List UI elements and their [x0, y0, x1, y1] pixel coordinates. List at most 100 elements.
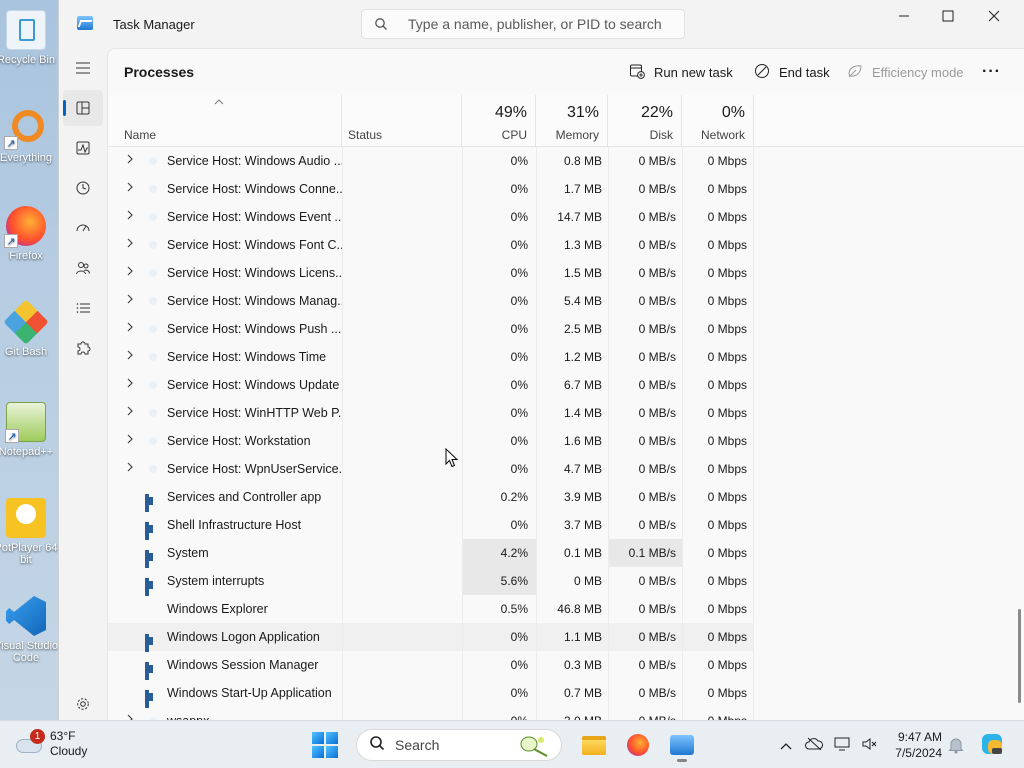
close-button[interactable]: [971, 0, 1017, 32]
process-status: [342, 595, 462, 623]
table-row[interactable]: Shell Infrastructure Host 0% 3.7 MB 0 MB/s 0…: [108, 511, 754, 540]
process-memory: 1.2 MB: [536, 343, 608, 371]
copilot-icon[interactable]: [980, 732, 1004, 759]
nav-details[interactable]: [63, 290, 103, 326]
taskbar-firefox[interactable]: [620, 727, 656, 763]
process-name: wsappx: [167, 714, 210, 721]
window-process-icon: [145, 489, 161, 512]
processes-icon: [76, 101, 90, 115]
desktop-icon-firefox[interactable]: ↗ Firefox: [0, 206, 58, 262]
desktop-icon-everything[interactable]: ↗ Everything: [0, 108, 58, 164]
process-list[interactable]: Service Host: Windows Audio ... 0% 0.8 MB 0…: [108, 147, 1024, 721]
nav-users[interactable]: [63, 250, 103, 286]
command-bar: Processes Run new task End task Efficien…: [108, 49, 1024, 95]
notification-bell-icon[interactable]: [948, 736, 964, 757]
table-row[interactable]: Service Host: Windows Licens... 0% 1.5 MB 0…: [108, 259, 754, 287]
table-row[interactable]: System 4.2% 0.1 MB 0.1 MB/s 0 Mbps: [108, 539, 754, 568]
column-header-name[interactable]: Name: [108, 95, 342, 147]
taskbar-search-box[interactable]: Search: [356, 729, 562, 761]
table-row[interactable]: Windows Start-Up Application 0% 0.7 MB 0 MB…: [108, 679, 754, 708]
expand-chevron-icon[interactable]: [124, 371, 136, 399]
expand-chevron-icon[interactable]: [124, 343, 136, 371]
column-header-memory[interactable]: 31% Memory: [536, 95, 608, 147]
app-history-icon: [76, 181, 90, 195]
column-header-status[interactable]: Status: [342, 95, 462, 147]
nav-services[interactable]: [63, 330, 103, 366]
table-row[interactable]: Service Host: Windows Time 0% 1.2 MB 0 MB/s…: [108, 343, 754, 371]
desktop-icon-git-bash[interactable]: Git Bash: [0, 299, 58, 358]
volume-muted-icon[interactable]: [856, 737, 884, 754]
desktop-icon-notepad-plus-plus[interactable]: ↗ Notepad++: [0, 402, 58, 458]
expand-chevron-icon[interactable]: [124, 147, 136, 175]
clock[interactable]: 9:47 AM 7/5/2024: [888, 729, 942, 761]
display-monitor-icon[interactable]: [828, 737, 856, 754]
table-row[interactable]: Windows Logon Application 0% 1.1 MB 0 MB/s 0…: [108, 623, 754, 652]
table-row[interactable]: Service Host: Workstation 0% 1.6 MB 0 MB/s 0…: [108, 427, 754, 455]
nav-processes[interactable]: [63, 90, 103, 126]
vertical-scrollbar[interactable]: [1018, 609, 1021, 703]
process-network: 0 Mbps: [682, 315, 754, 343]
onedrive-icon[interactable]: [800, 737, 828, 754]
process-name: Service Host: Windows Time: [167, 350, 327, 364]
run-new-task-button[interactable]: Run new task: [628, 61, 733, 83]
more-options-button[interactable]: ···: [982, 61, 1001, 83]
table-row[interactable]: Service Host: Windows Conne... 0% 1.7 MB 0 …: [108, 175, 754, 203]
column-header-network[interactable]: 0% Network: [682, 95, 754, 147]
desktop-icon-vscode[interactable]: Visual Studio Code: [0, 596, 58, 664]
nav-startup-apps[interactable]: [63, 210, 103, 246]
process-memory: 1.5 MB: [536, 259, 608, 287]
table-row[interactable]: Service Host: Windows Audio ... 0% 0.8 MB 0…: [108, 147, 754, 175]
process-cpu: 0%: [462, 679, 536, 707]
expand-chevron-icon[interactable]: [124, 455, 136, 483]
table-row[interactable]: Service Host: Windows Font C... 0% 1.3 MB 0…: [108, 231, 754, 259]
table-row[interactable]: Service Host: WinHTTP Web P... 0% 1.4 MB 0 …: [108, 399, 754, 427]
column-header-disk[interactable]: 22% Disk: [608, 95, 682, 147]
minimize-button[interactable]: [881, 0, 927, 32]
show-hidden-icons-chevron-icon[interactable]: [772, 738, 800, 753]
table-row[interactable]: System interrupts 5.6% 0 MB 0 MB/s 0 Mbps: [108, 567, 754, 596]
process-network: 0 Mbps: [682, 623, 754, 651]
expand-chevron-icon[interactable]: [124, 231, 136, 259]
process-disk: 0 MB/s: [608, 203, 682, 231]
weather-widget[interactable]: 1 63°F Cloudy: [16, 729, 87, 759]
expand-chevron-icon[interactable]: [124, 707, 136, 721]
nav-performance[interactable]: [63, 130, 103, 166]
hamburger-menu-button[interactable]: [63, 50, 103, 86]
nav-app-history[interactable]: [63, 170, 103, 206]
maximize-button[interactable]: [925, 0, 971, 32]
table-row[interactable]: Service Host: Windows Event ... 0% 14.7 MB…: [108, 203, 754, 231]
table-row[interactable]: Service Host: WpnUserService... 0% 4.7 MB 0…: [108, 455, 754, 483]
taskbar-file-explorer[interactable]: [576, 727, 612, 763]
table-row[interactable]: Service Host: Windows Update 0% 6.7 MB 0 MB…: [108, 371, 754, 399]
expand-chevron-icon[interactable]: [124, 399, 136, 427]
expand-chevron-icon[interactable]: [124, 315, 136, 343]
expand-chevron-icon[interactable]: [124, 427, 136, 455]
nav-settings[interactable]: [63, 686, 103, 722]
table-row[interactable]: Windows Explorer 0.5% 46.8 MB 0 MB/s 0 Mbps: [108, 595, 754, 623]
search-box[interactable]: [361, 9, 685, 39]
end-task-button[interactable]: End task: [753, 61, 830, 83]
expand-chevron-icon[interactable]: [124, 175, 136, 203]
search-input[interactable]: [408, 16, 668, 32]
table-row[interactable]: Service Host: Windows Manag... 0% 5.4 MB 0 …: [108, 287, 754, 315]
process-memory: 0.7 MB: [536, 679, 608, 707]
process-cpu: 0%: [462, 707, 536, 721]
clock-date: 7/5/2024: [895, 746, 942, 760]
desktop-icon-recycle-bin[interactable]: Recycle Bin: [0, 10, 58, 66]
start-button[interactable]: [312, 732, 338, 758]
leaf-icon: [846, 63, 864, 82]
column-header-cpu[interactable]: 49% CPU: [462, 95, 536, 147]
expand-chevron-icon[interactable]: [124, 259, 136, 287]
desktop-icon-potplayer[interactable]: PotPlayer 64 bit: [0, 498, 58, 566]
table-row[interactable]: Windows Session Manager 0% 0.3 MB 0 MB/s 0 M…: [108, 651, 754, 680]
title-bar[interactable]: Task Manager: [59, 0, 1024, 48]
taskbar-task-manager[interactable]: [664, 727, 700, 763]
table-row[interactable]: Services and Controller app 0.2% 3.9 MB 0 M…: [108, 483, 754, 512]
expand-chevron-icon[interactable]: [124, 203, 136, 231]
process-disk: 0 MB/s: [608, 147, 682, 175]
table-row[interactable]: Service Host: Windows Push ... 0% 2.5 MB 0 …: [108, 315, 754, 343]
process-status: [342, 287, 462, 315]
expand-chevron-icon[interactable]: [124, 287, 136, 315]
efficiency-mode-button[interactable]: Efficiency mode: [846, 61, 964, 83]
table-row[interactable]: wsappx 0% 3.0 MB 0 MB/s 0 Mbps: [108, 707, 754, 721]
